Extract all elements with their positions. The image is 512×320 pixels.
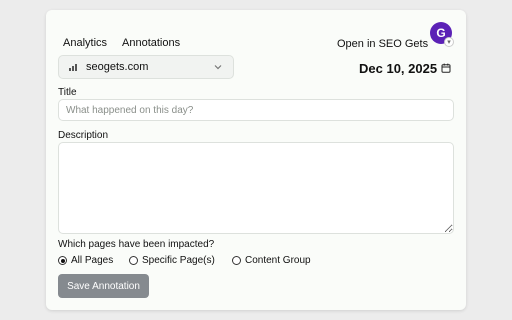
site-select[interactable]: seogets.com <box>58 55 234 79</box>
tab-analytics[interactable]: Analytics <box>63 37 107 49</box>
chevron-down-icon: ▾ <box>444 37 454 47</box>
calendar-icon[interactable] <box>441 63 451 73</box>
radio-label: Specific Page(s) <box>142 255 215 266</box>
impact-question: Which pages have been impacted? <box>58 239 215 250</box>
annotation-panel: Analytics Annotations Open in SEO Gets G… <box>46 10 466 310</box>
radio-label: Content Group <box>245 255 311 266</box>
radio-button[interactable] <box>232 256 241 265</box>
radio-all-pages[interactable]: All Pages <box>58 255 113 266</box>
tab-annotations[interactable]: Annotations <box>122 37 180 49</box>
save-annotation-button[interactable]: Save Annotation <box>58 274 149 298</box>
radio-button[interactable] <box>129 256 138 265</box>
chevron-down-icon <box>214 65 222 70</box>
radio-label: All Pages <box>71 255 114 266</box>
open-in-seo-gets-link[interactable]: Open in SEO Gets <box>337 38 428 50</box>
title-input[interactable] <box>58 99 454 121</box>
radio-button[interactable] <box>58 256 67 265</box>
radio-content-group[interactable]: Content Group <box>232 255 311 266</box>
description-label: Description <box>58 130 109 141</box>
description-textarea[interactable] <box>58 142 454 234</box>
title-label: Title <box>58 87 77 98</box>
date-picker-value[interactable]: Dec 10, 2025 <box>359 61 437 76</box>
radio-specific-pages[interactable]: Specific Page(s) <box>129 255 215 266</box>
site-favicon-icon <box>69 63 77 71</box>
site-select-value: seogets.com <box>86 61 149 73</box>
